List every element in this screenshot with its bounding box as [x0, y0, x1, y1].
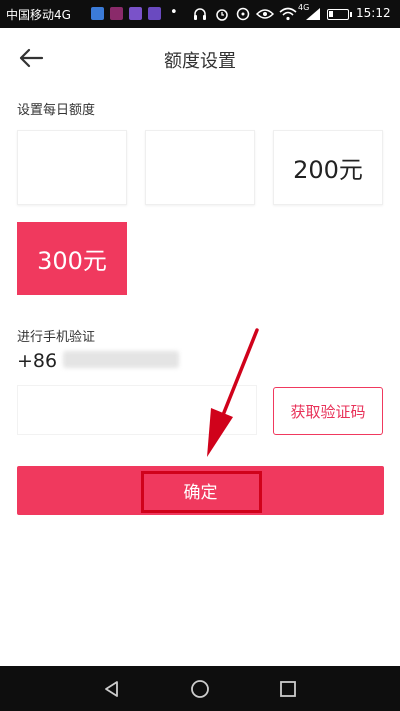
back-triangle-icon[interactable] [97, 674, 127, 704]
country-code: +86 [17, 350, 58, 372]
verification-label: 进行手机验证 [17, 330, 96, 345]
app-notification-icon [129, 7, 142, 20]
amount-option[interactable] [145, 130, 255, 205]
app-notification-icon [91, 7, 104, 20]
navigation-bar [0, 666, 400, 711]
clock: 15:12 [356, 6, 391, 20]
dot-icon: • [170, 5, 178, 20]
verification-code-input[interactable] [17, 385, 257, 435]
alarm-icon [236, 7, 250, 21]
app-notification-icon [110, 7, 123, 20]
signal-icon [306, 8, 320, 20]
alarm-icon [216, 9, 228, 21]
battery-icon [327, 9, 352, 20]
headphones-icon [194, 8, 206, 20]
app-notification-icon [148, 7, 161, 20]
status-bar: 中国移动4G • 4G 15:12 [0, 0, 400, 28]
page-title: 额度设置 [164, 51, 236, 72]
eye-icon [256, 9, 274, 19]
carrier-label: 中国移动4G [6, 8, 71, 22]
daily-limit-label: 设置每日额度 [17, 103, 96, 118]
amount-option[interactable] [17, 130, 127, 205]
wifi-icon [279, 7, 297, 21]
masked-phone-number [63, 351, 179, 368]
amount-option-300[interactable]: 300元 [17, 222, 127, 295]
recents-square-icon[interactable] [273, 674, 303, 704]
amount-option-200[interactable]: 200元 [273, 130, 383, 205]
get-code-button[interactable]: 获取验证码 [273, 387, 383, 435]
home-circle-icon[interactable] [185, 674, 215, 704]
confirm-button[interactable]: 确定 [17, 466, 384, 515]
